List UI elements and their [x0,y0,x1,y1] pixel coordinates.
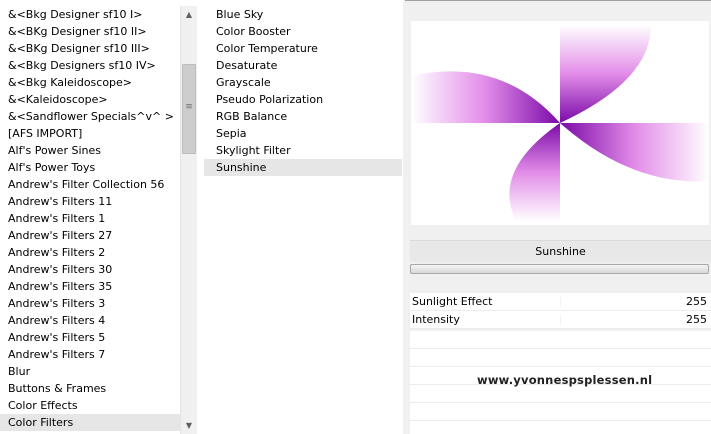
filter-preview-image [411,21,709,225]
filter-item[interactable]: Desaturate [204,57,402,74]
filter-list[interactable]: Blue Sky Color Booster Color Temperature De… [204,6,402,176]
category-item[interactable]: Andrew's Filters 4 [0,312,180,329]
category-item[interactable]: &<Bkg Kaleidoscope> [0,74,180,91]
category-item[interactable]: Andrew's Filters 27 [0,227,180,244]
parameter-value[interactable]: 255 [686,293,707,311]
category-item[interactable]: &<BKg Designer sf10 II> [0,23,180,40]
filter-item[interactable]: RGB Balance [204,108,402,125]
watermark-text: www.yvonnespsplessen.nl [477,373,653,387]
category-item[interactable]: [AFS IMPORT] [0,125,180,142]
category-item[interactable]: &<Kaleidoscope> [0,91,180,108]
category-item[interactable]: &<Sandflower Specials^v^ > [0,108,180,125]
preview-pinwheel-graphic [411,25,709,221]
grip-lines-icon: ≡ [185,102,193,112]
category-item[interactable]: Alf's Power Sines [0,142,180,159]
category-item[interactable]: Andrew's Filters 1 [0,210,180,227]
category-item[interactable]: Color Effects [0,397,180,414]
filter-item[interactable]: Blue Sky [204,6,402,23]
filter-item[interactable]: Sepia [204,125,402,142]
category-item[interactable]: &<Bkg Designers sf10 IV> [0,57,180,74]
parameter-label: Intensity [412,313,460,326]
parameter-list: Sunlight Effect 255 Intensity 255 [410,293,711,329]
parameter-row[interactable]: Intensity 255 [410,311,711,329]
category-list-pane: &<Bkg Designer sf10 I> &<BKg Designer sf1… [0,0,198,434]
filter-item[interactable]: Sunshine [204,159,402,176]
selected-filter-title: Sunshine [410,240,711,262]
filter-list-pane: Blue Sky Color Booster Color Temperature De… [204,0,402,434]
filter-item[interactable]: Color Booster [204,23,402,40]
parameter-label: Sunlight Effect [412,295,493,308]
category-item[interactable]: Andrew's Filters 5 [0,329,180,346]
filter-item[interactable]: Pseudo Polarization [204,91,402,108]
category-item[interactable]: &<Bkg Designer sf10 I> [0,6,180,23]
category-item[interactable]: Andrew's Filters 3 [0,295,180,312]
scrollbar-thumb[interactable]: ≡ [182,64,196,154]
category-list[interactable]: &<Bkg Designer sf10 I> &<BKg Designer sf1… [0,6,180,434]
category-item[interactable]: Alf's Power Toys [0,159,180,176]
filter-item[interactable]: Grayscale [204,74,402,91]
category-item[interactable]: &<BKg Designer sf10 III> [0,40,180,57]
scroll-down-arrow-icon[interactable]: ▼ [181,417,197,434]
category-item[interactable]: Andrew's Filters 7 [0,346,180,363]
parameter-separator [560,297,561,307]
category-item[interactable]: Andrew's Filter Collection 56 [0,176,180,193]
scroll-up-arrow-icon[interactable]: ▲ [181,6,197,23]
category-item[interactable]: Andrew's Filters 2 [0,244,180,261]
category-item[interactable]: Andrew's Filters 11 [0,193,180,210]
filter-settings-panel: Sunshine Sunlight Effect 255 Intensity 255 … [405,1,711,434]
filter-item[interactable]: Skylight Filter [204,142,402,159]
progress-bar [410,264,709,274]
category-item[interactable]: Blur [0,363,180,380]
category-item[interactable]: Andrew's Filters 35 [0,278,180,295]
category-scrollbar[interactable]: ▲ ≡ ▼ [180,6,197,434]
filter-item[interactable]: Color Temperature [204,40,402,57]
category-item[interactable]: Color Filters [0,414,180,431]
parameter-value[interactable]: 255 [686,311,707,329]
category-item[interactable]: Buttons & Frames [0,380,180,397]
category-item[interactable]: Andrew's Filters 30 [0,261,180,278]
parameter-separator [560,315,561,325]
parameter-row[interactable]: Sunlight Effect 255 [410,293,711,311]
